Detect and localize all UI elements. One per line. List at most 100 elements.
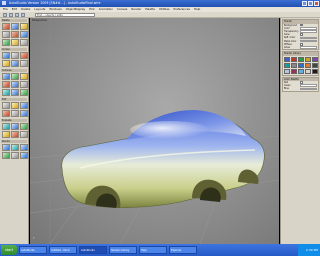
taskbar: start AutoStudio Untitled - Paint AutoStud… xyxy=(0,244,320,256)
shader-swatch[interactable] xyxy=(312,62,318,68)
window-titlebar: AutoStudio Version 2009 [SN##...] - Auto… xyxy=(0,0,320,7)
tool-icon[interactable] xyxy=(2,39,10,46)
tool-icon[interactable] xyxy=(20,110,28,117)
tool-icon[interactable] xyxy=(11,23,19,30)
tool-icon-grid xyxy=(0,143,28,160)
tool-icon[interactable] xyxy=(20,102,28,109)
shader-swatch[interactable] xyxy=(284,56,290,62)
color-palette-section: Color Palette Red Green Blue xyxy=(282,76,319,92)
tool-icon[interactable] xyxy=(11,152,19,159)
tool-icon[interactable] xyxy=(11,73,19,80)
tool-icon-grid xyxy=(0,72,28,97)
tool-icon[interactable] xyxy=(11,81,19,88)
property-field[interactable] xyxy=(300,46,317,49)
shader-swatch[interactable] xyxy=(291,68,297,74)
property-field[interactable] xyxy=(300,87,317,91)
shader-swatch[interactable] xyxy=(298,68,304,74)
tool-icon[interactable] xyxy=(11,102,19,109)
tool-icon[interactable] xyxy=(20,144,28,151)
taskbar-task[interactable]: AutoStudio xyxy=(19,246,47,254)
taskbar-task[interactable]: AutoStudio xyxy=(79,246,107,254)
toolbar-button[interactable] xyxy=(15,12,19,17)
tool-icon[interactable] xyxy=(20,81,28,88)
tool-icon-grid xyxy=(0,122,28,139)
shader-section: Shader Background Color Transparency Glow Re… xyxy=(282,19,319,50)
tool-icon[interactable] xyxy=(11,131,19,138)
control-panel: Shader Background Color Transparency Glow Re… xyxy=(280,18,320,244)
tool-icon[interactable] xyxy=(20,31,28,38)
tool-icon[interactable] xyxy=(2,131,10,138)
tool-icon[interactable] xyxy=(20,123,28,130)
taskbar-task[interactable]: Untitled - Paint xyxy=(49,246,77,254)
property-row: Gloss xyxy=(283,46,318,49)
tool-icon[interactable] xyxy=(20,52,28,59)
property-label: Gloss xyxy=(284,45,290,49)
shader-swatch[interactable] xyxy=(291,56,297,62)
tool-icon[interactable] xyxy=(20,39,28,46)
tool-icon[interactable] xyxy=(2,73,10,80)
clock: 2:30 PM xyxy=(298,244,320,256)
tool-palette: Palette Curves Surfaces Edit Evaluate Render xyxy=(0,18,29,244)
tool-icon[interactable] xyxy=(2,144,10,151)
shader-swatch[interactable] xyxy=(305,68,311,74)
car-model[interactable] xyxy=(61,110,265,208)
tool-icon-grid xyxy=(0,51,28,68)
shader-swatch[interactable] xyxy=(305,56,311,62)
tool-icon[interactable] xyxy=(2,23,10,30)
app-icon xyxy=(2,1,6,5)
shader-swatch[interactable] xyxy=(312,68,318,74)
toolbar-button[interactable] xyxy=(21,12,25,17)
axis-indicator: Y xyxy=(33,236,35,240)
tool-icon[interactable] xyxy=(2,110,10,117)
tool-icon[interactable] xyxy=(2,152,10,159)
viewport-canvas xyxy=(30,18,279,244)
tool-icon[interactable] xyxy=(11,52,19,59)
tool-icon[interactable] xyxy=(20,73,28,80)
tool-icon[interactable] xyxy=(2,60,10,67)
property-label: Blue xyxy=(284,87,289,91)
minimize-button[interactable] xyxy=(302,1,307,6)
tool-icon[interactable] xyxy=(2,31,10,38)
tool-icon[interactable] xyxy=(20,131,28,138)
perspective-viewport[interactable]: Perspective Y xyxy=(30,18,279,244)
window-controls xyxy=(302,1,319,6)
viewport-label: Perspective xyxy=(32,19,48,22)
tool-icon[interactable] xyxy=(2,81,10,88)
tool-icon[interactable] xyxy=(2,102,10,109)
tool-icon[interactable] xyxy=(11,31,19,38)
tool-icon[interactable] xyxy=(11,144,19,151)
tool-icon-grid xyxy=(0,22,28,47)
start-button[interactable]: start xyxy=(1,245,17,255)
toolbar-button[interactable] xyxy=(3,12,7,17)
search-input[interactable]: Find... objects / edits xyxy=(35,12,95,17)
tool-icon[interactable] xyxy=(2,123,10,130)
tool-icon[interactable] xyxy=(2,52,10,59)
tool-icon[interactable] xyxy=(2,89,10,96)
property-row: Blue xyxy=(283,87,318,90)
tool-icon[interactable] xyxy=(20,60,28,67)
window-title: AutoStudio Version 2009 [SN##...] - Auto… xyxy=(9,1,101,5)
shader-swatch[interactable] xyxy=(298,62,304,68)
shader-swatch[interactable] xyxy=(284,62,290,68)
tool-icon[interactable] xyxy=(20,89,28,96)
taskbar-task[interactable]: Help xyxy=(139,246,167,254)
shader-swatch[interactable] xyxy=(284,68,290,74)
shader-swatch[interactable] xyxy=(312,56,318,62)
shader-swatch[interactable] xyxy=(291,62,297,68)
tool-icon[interactable] xyxy=(20,152,28,159)
taskbar-task[interactable]: Explorer xyxy=(169,246,197,254)
tool-icon[interactable] xyxy=(11,110,19,117)
tool-icon[interactable] xyxy=(11,39,19,46)
taskbar-task[interactable]: Shader Library xyxy=(109,246,137,254)
maximize-button[interactable] xyxy=(308,1,313,6)
shader-swatch[interactable] xyxy=(305,62,311,68)
toolbar-button[interactable] xyxy=(9,12,13,17)
tool-icon[interactable] xyxy=(11,60,19,67)
tool-icon[interactable] xyxy=(20,23,28,30)
tool-icon[interactable] xyxy=(11,123,19,130)
close-button[interactable] xyxy=(314,1,319,6)
shader-swatch[interactable] xyxy=(298,56,304,62)
tool-icon[interactable] xyxy=(11,89,19,96)
shader-library-section: Shader Library xyxy=(282,51,319,76)
tool-icon-grid xyxy=(0,101,28,118)
